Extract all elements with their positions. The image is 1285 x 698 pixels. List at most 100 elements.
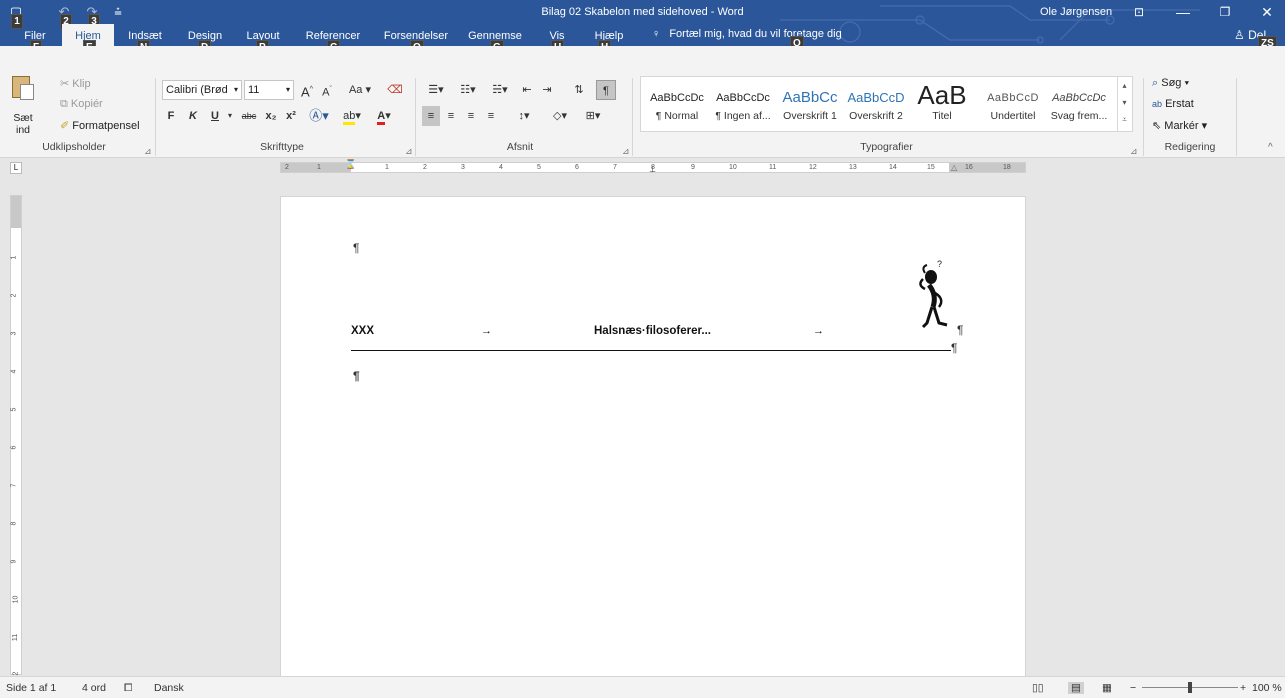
align-right-icon[interactable]: ≡	[462, 106, 480, 126]
show-formatting-marks-icon[interactable]: ¶	[596, 80, 616, 100]
ruler-label: 7	[613, 164, 617, 171]
read-mode-icon[interactable]: ▯▯	[1032, 682, 1044, 694]
center-tab-stop-icon[interactable]: ⊥	[649, 165, 656, 174]
restore-button[interactable]: ❐	[1210, 2, 1240, 22]
minimize-button[interactable]: —	[1168, 2, 1198, 22]
zoom-out-button[interactable]: −	[1130, 682, 1136, 694]
shading-icon[interactable]: ◇▾	[546, 106, 574, 126]
change-case-button[interactable]: Aa ▾	[346, 80, 374, 100]
increase-indent-icon[interactable]: ⇥	[538, 80, 556, 100]
paragraph-launcher-icon[interactable]: ⊿	[622, 146, 630, 157]
style-heading-1[interactable]: AaBbCc Overskrift 1	[777, 78, 843, 130]
close-button[interactable]: ✕	[1252, 2, 1282, 22]
font-color-button[interactable]: A▾	[370, 106, 398, 126]
style-no-spacing[interactable]: AaBbCcDc ¶ Ingen af...	[710, 78, 776, 130]
separator	[1143, 78, 1144, 156]
ruler-label: 5	[537, 164, 541, 171]
clear-formatting-icon[interactable]: ⌫	[386, 80, 404, 100]
chevron-up-icon[interactable]: ▴	[1118, 77, 1131, 94]
more-styles-icon[interactable]: ⩡	[1118, 111, 1131, 128]
style-title[interactable]: AaB Titel	[909, 78, 975, 130]
superscript-button[interactable]: x²	[282, 106, 300, 126]
text-effects-icon[interactable]: Ⓐ▾	[306, 106, 332, 126]
style-heading-2[interactable]: AaBbCcD Overskrift 2	[843, 78, 909, 130]
replace-icon: ab	[1152, 99, 1163, 109]
styles-scroll[interactable]: ▴ ▾ ⩡	[1117, 77, 1131, 131]
font-launcher-icon[interactable]: ⊿	[405, 146, 413, 157]
ruler-label: 16	[965, 164, 973, 171]
subscript-button[interactable]: x₂	[262, 106, 280, 126]
group-paragraph-label: Afsnit	[506, 141, 534, 153]
svg-text:?: ?	[937, 259, 942, 269]
user-name[interactable]: Ole Jørgensen	[1040, 6, 1112, 18]
tab-selector-icon[interactable]: L	[10, 162, 22, 174]
ribbon-display-options-icon[interactable]: ⊡	[1124, 2, 1154, 22]
italic-button[interactable]: K	[184, 106, 202, 126]
line-spacing-icon[interactable]: ↕▾	[510, 106, 538, 126]
ruler-label: 3	[461, 164, 465, 171]
font-color-icon: A	[377, 110, 386, 125]
style-normal[interactable]: AaBbCcDc ¶ Normal	[644, 78, 710, 130]
style-name: ¶ Ingen af...	[715, 110, 771, 122]
ruler-label: 9	[691, 164, 695, 171]
collapse-ribbon-icon[interactable]: ^	[1268, 142, 1273, 153]
select-button[interactable]: ⇖ Markér ▾	[1152, 119, 1207, 132]
web-layout-icon[interactable]: ▦	[1102, 682, 1112, 694]
thinking-person-image[interactable]: ?	[915, 259, 955, 335]
language[interactable]: Dansk	[154, 682, 184, 694]
tell-me-search[interactable]: ♀ Fortæl mig, hvad du vil foretage dig	[652, 28, 842, 40]
format-painter-button[interactable]: ✐ Formatpensel	[60, 119, 140, 132]
style-subtle-emphasis[interactable]: AaBbCcDc Svag frem...	[1046, 78, 1112, 130]
sort-icon[interactable]: ⇅	[570, 80, 588, 100]
ruler-left-margin	[281, 163, 351, 172]
cut-button[interactable]: ✂ Klip	[60, 77, 91, 90]
numbering-icon[interactable]: ☷▾	[454, 80, 482, 100]
document-page[interactable]: ¶ ? XXX → Halsnæs·filosoferer... → ¶ ¶ ¶	[280, 196, 1026, 680]
proofing-icon[interactable]: ⧠	[124, 682, 132, 695]
styles-launcher-icon[interactable]: ⊿	[1130, 146, 1138, 157]
font-size-select[interactable]: 11 ▾	[244, 80, 294, 100]
decrease-indent-icon[interactable]: ⇤	[518, 80, 536, 100]
tab-arrow: →	[481, 325, 492, 337]
zoom-in-button[interactable]: +	[1240, 682, 1246, 694]
borders-icon[interactable]: ⊞▾	[578, 106, 608, 126]
header-paragraph-mark: ¶	[353, 241, 360, 255]
chevron-down-icon[interactable]: ▾	[1118, 94, 1131, 111]
print-layout-icon[interactable]: ▤	[1068, 682, 1084, 694]
underline-dropdown-icon[interactable]: ▾	[226, 106, 234, 126]
word-count[interactable]: 4 ord	[82, 682, 106, 694]
lightbulb-icon: ♀	[652, 28, 661, 40]
bold-button[interactable]: F	[162, 106, 180, 126]
justify-icon[interactable]: ≡	[482, 106, 500, 126]
multilevel-list-icon[interactable]: ☵▾	[486, 80, 514, 100]
strikethrough-button[interactable]: abc	[238, 106, 260, 126]
bullets-icon[interactable]: ☰▾	[422, 80, 450, 100]
style-name: Undertitel	[990, 110, 1036, 122]
separator	[155, 78, 156, 156]
ruler-strip: 2 1 1 2 3 4 5 6 7 8 9 10 11 12 13 14 15 16 18 ⌛ ⊥ △	[280, 159, 1026, 174]
align-center-icon[interactable]: ≡	[442, 106, 460, 126]
font-family-select[interactable]: Calibri (Brød ▾	[162, 80, 242, 100]
page-count[interactable]: Side 1 af 1	[6, 682, 56, 694]
grow-font-icon[interactable]: A^	[298, 80, 316, 100]
vertical-ruler-label: 4	[10, 369, 18, 374]
zoom-slider-thumb[interactable]	[1188, 682, 1192, 693]
clipboard-launcher-icon[interactable]: ⊿	[144, 146, 152, 157]
style-subtitle[interactable]: AaBbCcD Undertitel	[980, 78, 1046, 130]
align-left-icon[interactable]: ≡	[422, 106, 440, 126]
horizontal-ruler[interactable]: L 2 1 1 2 3 4 5 6 7 8 9 10 11 12 13 14 15 16 18 ⌛ ⊥ △	[0, 158, 1285, 178]
indent-marker-icon[interactable]: ⌛	[345, 159, 356, 170]
highlight-color-button[interactable]: ab▾	[338, 106, 366, 126]
replace-button[interactable]: ab Erstat	[1152, 98, 1194, 110]
copy-button[interactable]: ⧉ Kopiér	[60, 98, 103, 111]
right-indent-marker-icon[interactable]: △	[951, 163, 957, 172]
group-font-label: Skrifttype	[260, 141, 304, 153]
paste-label[interactable]: Sæt ind	[10, 112, 36, 136]
underline-button[interactable]: U	[206, 106, 224, 126]
body-paragraph-mark[interactable]: ¶	[353, 369, 360, 383]
shrink-font-icon[interactable]: Aˇ	[318, 80, 336, 100]
paste-button[interactable]	[8, 72, 38, 112]
vertical-ruler-label: 3	[10, 331, 18, 336]
find-button[interactable]: ⌕ Søg ▾	[1152, 77, 1189, 90]
zoom-level[interactable]: 100 %	[1252, 682, 1282, 694]
